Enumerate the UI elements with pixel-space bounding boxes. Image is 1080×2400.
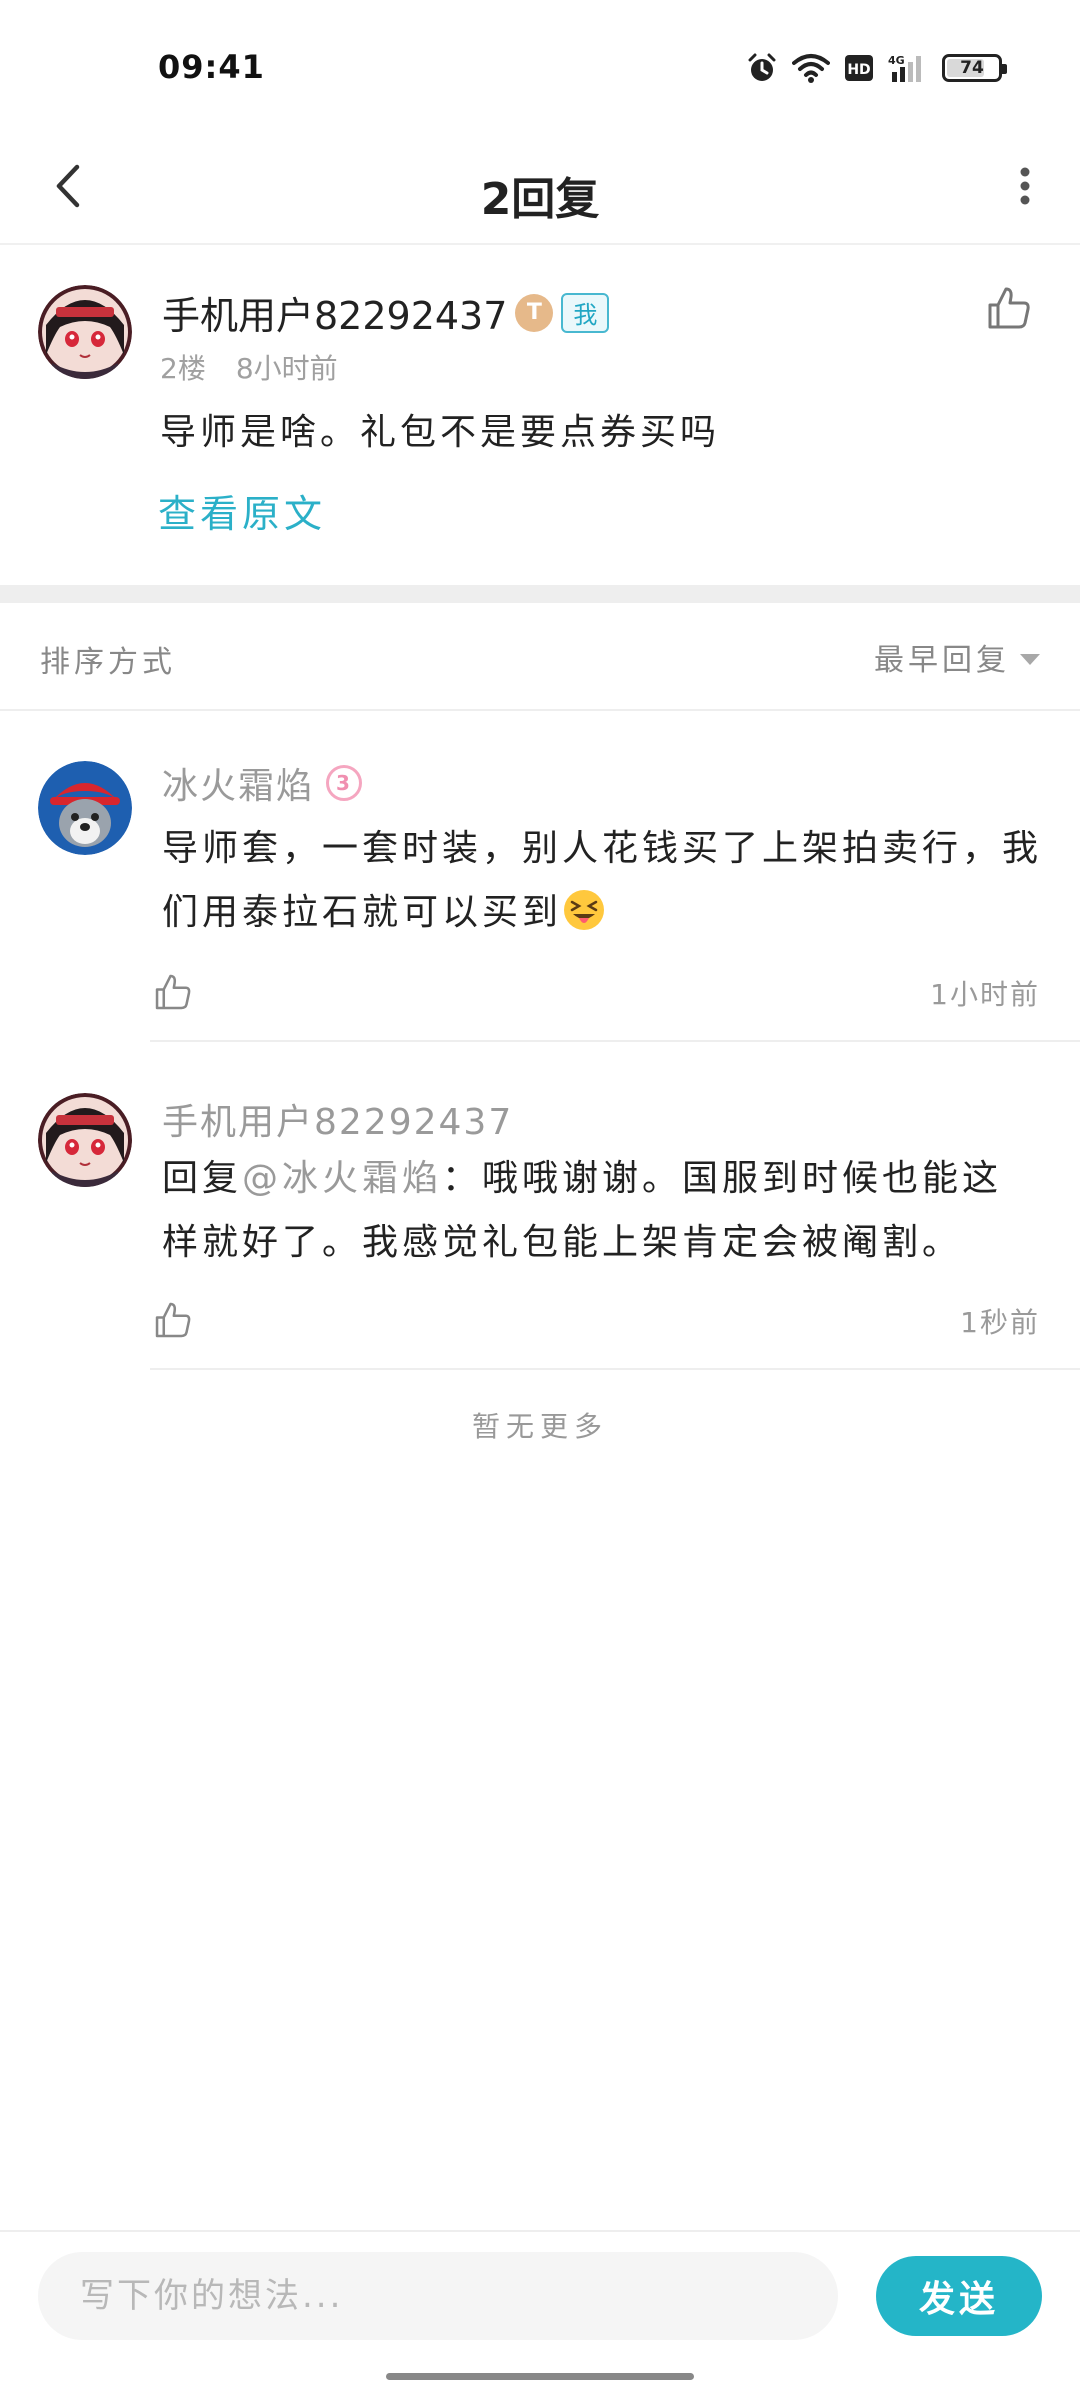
more-vertical-icon — [1020, 167, 1030, 205]
me-badge: 我 — [561, 292, 610, 333]
dog-avatar-icon — [38, 761, 132, 855]
reply-item: 冰火霜焰 3 导师套，一套时装，别人花钱买了上架拍卖行，我们用泰拉石就可以买到 … — [0, 713, 1080, 1043]
post-floor: 2楼 — [160, 352, 206, 385]
reply-prefix: 回复 — [162, 1158, 243, 1199]
avatar[interactable] — [38, 761, 132, 855]
sort-selected: 最早回复 — [874, 643, 1010, 678]
reply-item: 手机用户82292437 回复@冰火霜焰：哦哦谢谢。国服到时候也能这样就好了。我… — [0, 1043, 1080, 1373]
svg-text:4G: 4G — [888, 54, 905, 67]
avatar[interactable] — [38, 285, 132, 379]
thumbs-up-icon — [155, 974, 191, 1010]
reply-author-name[interactable]: 冰火霜焰 — [162, 757, 314, 809]
post-time: 8小时前 — [235, 352, 338, 385]
status-time: 09:41 — [158, 48, 265, 86]
home-indicator[interactable] — [386, 2373, 694, 2380]
level-badge: T — [515, 293, 554, 332]
status-icons: HD 4G 74 — [746, 48, 1007, 88]
avatar[interactable] — [38, 1093, 132, 1187]
view-original-link[interactable]: 查看原文 — [158, 483, 326, 538]
reply-author-row: 冰火霜焰 3 — [162, 757, 363, 809]
sort-label: 排序方式 — [40, 645, 176, 680]
no-more-text: 暂无更多 — [471, 1410, 608, 1443]
reply-divider — [150, 1368, 1080, 1370]
thumbs-up-icon — [155, 1302, 191, 1338]
reply-time: 1秒前 — [960, 1306, 1040, 1339]
anime-avatar-icon — [38, 1093, 132, 1187]
reply-mention[interactable]: @冰火霜焰 — [242, 1158, 442, 1199]
reply-text: 回复@冰火霜焰：哦哦谢谢。国服到时候也能这样就好了。我感觉礼包能上架肯定会被阉割… — [162, 1147, 1042, 1275]
post-like-button[interactable] — [984, 283, 1034, 333]
battery-level: 74 — [960, 58, 984, 78]
wifi-icon — [792, 54, 830, 83]
reply-like-button[interactable] — [152, 971, 194, 1013]
post-text: 导师是啥。礼包不是要点券买吗 — [160, 412, 721, 453]
reply-author-row: 手机用户82292437 — [162, 1093, 513, 1145]
reply-time: 1小时前 — [930, 978, 1040, 1011]
post-meta: 2楼 8小时前 — [160, 347, 338, 387]
section-divider — [0, 585, 1080, 603]
anime-avatar-icon — [38, 285, 132, 379]
more-button[interactable] — [990, 151, 1060, 221]
status-bar: 09:41 HD 4G 74 — [0, 0, 1080, 135]
battery-icon: 74 — [942, 54, 1007, 82]
sort-dropdown[interactable]: 最早回复 — [874, 635, 1040, 679]
reply-text: 导师套，一套时装，别人花钱买了上架拍卖行，我们用泰拉石就可以买到 — [162, 817, 1042, 945]
page-title: 2回复 — [480, 174, 600, 225]
alarm-icon — [748, 53, 776, 81]
reply-divider — [150, 1040, 1080, 1042]
author-name[interactable]: 手机用户82292437 — [162, 285, 507, 340]
comment-input[interactable] — [38, 2252, 838, 2340]
hd-icon: HD — [845, 55, 873, 81]
reply-author-name[interactable]: 手机用户82292437 — [162, 1093, 513, 1145]
signal-4g-icon: 4G — [888, 54, 921, 82]
send-button[interactable]: 发送 — [876, 2256, 1042, 2336]
header: 2回复 — [0, 135, 1080, 245]
sort-bar: 排序方式 最早回复 — [0, 603, 1080, 711]
reply-like-button[interactable] — [152, 1299, 194, 1341]
svg-text:HD: HD — [847, 62, 870, 78]
post-author-row: 手机用户82292437 T 我 — [162, 285, 610, 340]
caret-down-icon — [1020, 653, 1040, 665]
comment-composer: 发送 — [0, 2230, 1080, 2360]
original-post: 手机用户82292437 T 我 2楼 8小时前 导师是啥。礼包不是要点券买吗 … — [0, 245, 1080, 585]
squinting-tongue-emoji-icon — [564, 890, 605, 930]
thumbs-up-icon — [988, 287, 1030, 329]
level-badge: 3 — [326, 765, 363, 801]
